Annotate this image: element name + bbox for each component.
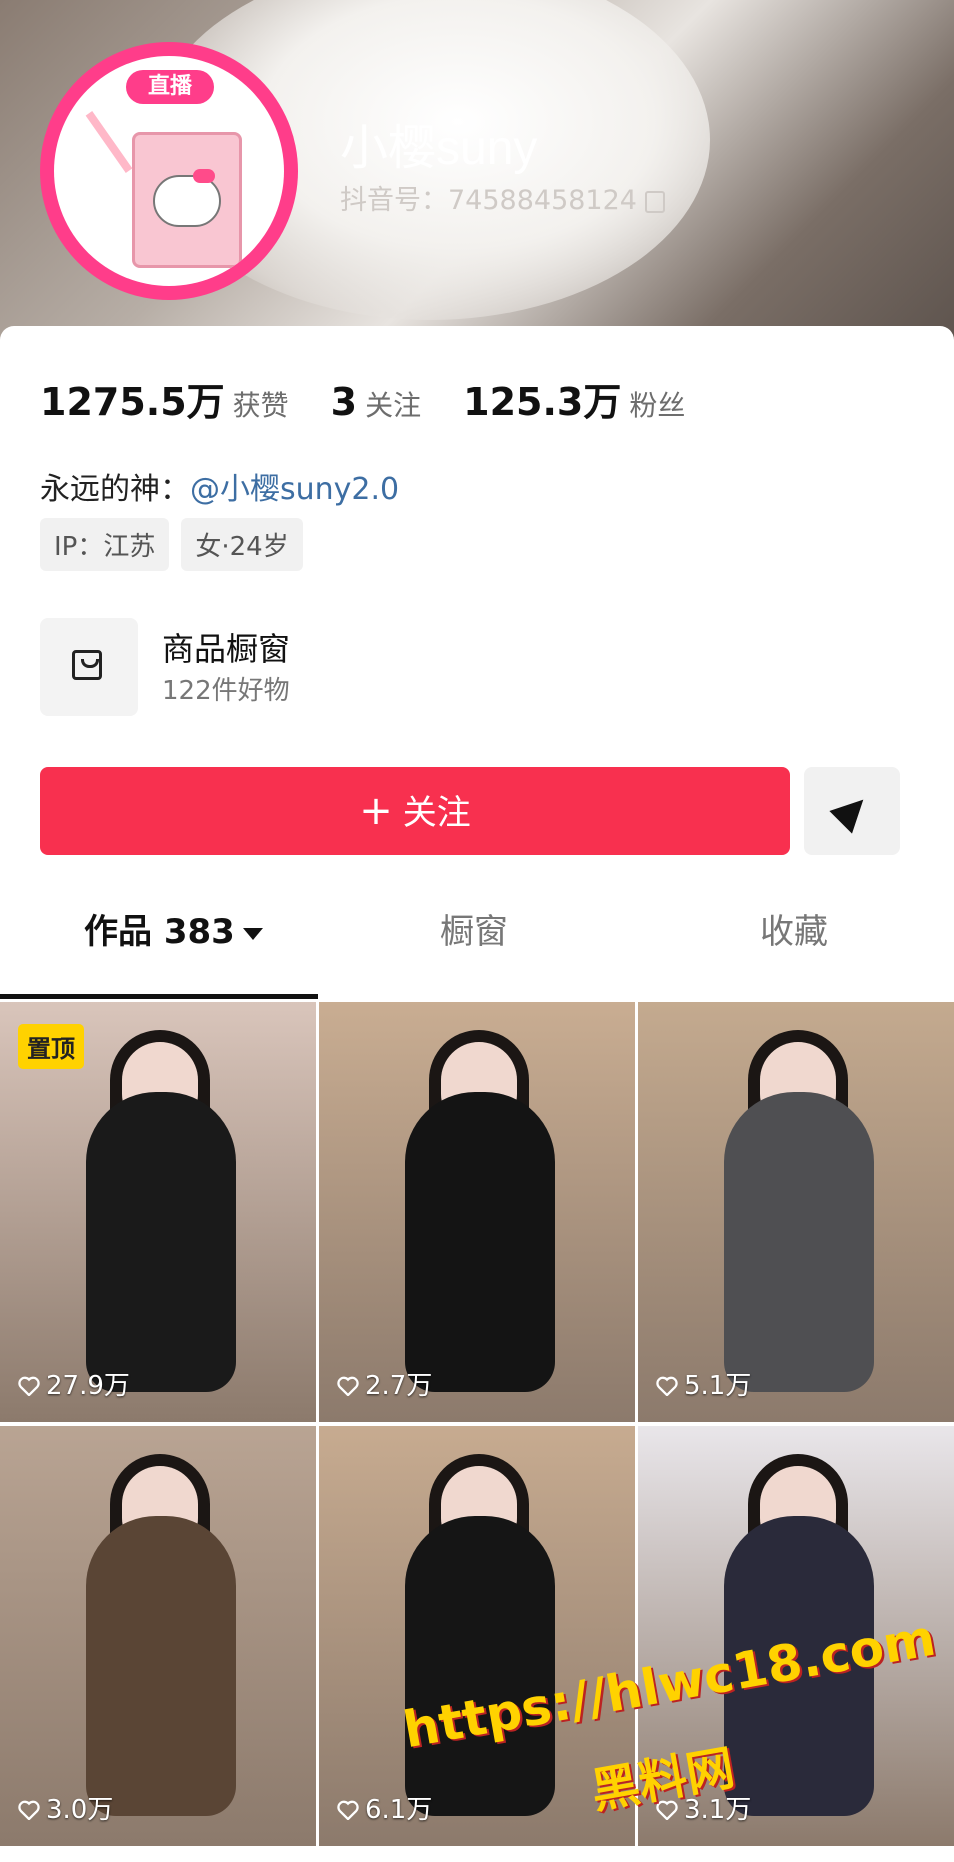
video-likes: 6.1万 [337, 1789, 432, 1826]
fans-label[interactable]: 粉丝 [629, 389, 685, 422]
profile-tags: IP：江苏 女·24岁 [40, 518, 315, 571]
video-thumbnail[interactable]: 6.1万 [319, 1426, 635, 1846]
video-likes-count: 3.0万 [46, 1795, 114, 1825]
thumbnail-figure [405, 1516, 555, 1816]
video-likes: 2.7万 [337, 1365, 432, 1402]
active-tab-indicator [0, 994, 318, 999]
bio-mention-link[interactable]: @小樱suny2.0 [190, 472, 399, 507]
video-thumbnail[interactable]: 置顶 27.9万 [0, 1002, 316, 1422]
video-thumbnail[interactable]: 2.7万 [319, 1002, 635, 1422]
heart-icon [656, 1376, 678, 1396]
video-likes: 3.0万 [18, 1789, 113, 1826]
ip-tag: IP：江苏 [40, 518, 170, 571]
shop-icon-box [40, 618, 138, 716]
video-likes: 5.1万 [656, 1365, 751, 1402]
tab-favorites[interactable]: 收藏 [760, 904, 828, 953]
thumbnail-figure [86, 1092, 236, 1392]
video-thumbnail[interactable]: 5.1万 [638, 1002, 954, 1422]
username: 小樱suny [340, 122, 538, 175]
send-arrow-icon [829, 788, 875, 834]
douyin-id: 抖音号：74588458124 [340, 178, 665, 217]
tab-works[interactable]: 作品 383 [84, 904, 263, 953]
follow-button[interactable]: + 关注 [40, 767, 790, 855]
heart-icon [18, 1800, 40, 1820]
caret-down-icon [242, 927, 263, 940]
profile-header: 直播 小樱suny 抖音号：74588458124 [0, 0, 954, 340]
shop-title: 商品橱窗 [162, 630, 291, 668]
shop-showcase-entry[interactable]: 商品橱窗 122件好物 [40, 618, 910, 718]
shop-subtitle: 122件好物 [162, 676, 290, 706]
fans-count[interactable]: 125.3万 [463, 380, 621, 424]
likes-label: 获赞 [232, 389, 289, 422]
video-likes: 27.9万 [18, 1365, 130, 1402]
plus-icon: + [359, 788, 393, 834]
shopping-bag-icon [72, 650, 102, 680]
likes-count: 1275.5万 [40, 380, 225, 424]
thumbnail-figure [405, 1092, 555, 1392]
heart-icon [18, 1376, 40, 1396]
tab-showcase[interactable]: 橱窗 [440, 904, 508, 953]
video-likes-count: 2.7万 [365, 1371, 433, 1401]
follow-button-label: 关注 [402, 793, 471, 833]
douyin-id-text: 抖音号：74588458124 [340, 185, 637, 216]
pinned-badge: 置顶 [18, 1024, 84, 1069]
thumbnail-figure [724, 1092, 874, 1392]
tab-works-label: 作品 383 [84, 912, 235, 952]
video-likes-count: 6.1万 [365, 1795, 433, 1825]
content-tabs: 作品 383 橱窗 收藏 [0, 904, 954, 974]
heart-icon [337, 1376, 359, 1396]
video-likes-count: 5.1万 [684, 1371, 752, 1401]
video-likes-count: 27.9万 [46, 1371, 130, 1401]
bio-prefix: 永远的神： [40, 472, 190, 507]
avatar[interactable]: 直播 [40, 42, 298, 300]
thumbnail-figure [86, 1516, 236, 1816]
following-count[interactable]: 3 [331, 380, 357, 424]
heart-icon [337, 1800, 359, 1820]
copy-icon[interactable] [644, 190, 665, 213]
live-badge[interactable]: 直播 [126, 70, 214, 104]
video-thumbnail[interactable]: 3.0万 [0, 1426, 316, 1846]
bio: 永远的神：@小樱suny2.0 [40, 464, 399, 508]
stats-row: 1275.5万 获赞 3 关注 125.3万 粉丝 [40, 371, 727, 426]
milk-carton-icon [85, 111, 242, 268]
following-label[interactable]: 关注 [365, 389, 421, 422]
gender-age-tag: 女·24岁 [181, 518, 303, 571]
share-button[interactable] [804, 767, 900, 855]
